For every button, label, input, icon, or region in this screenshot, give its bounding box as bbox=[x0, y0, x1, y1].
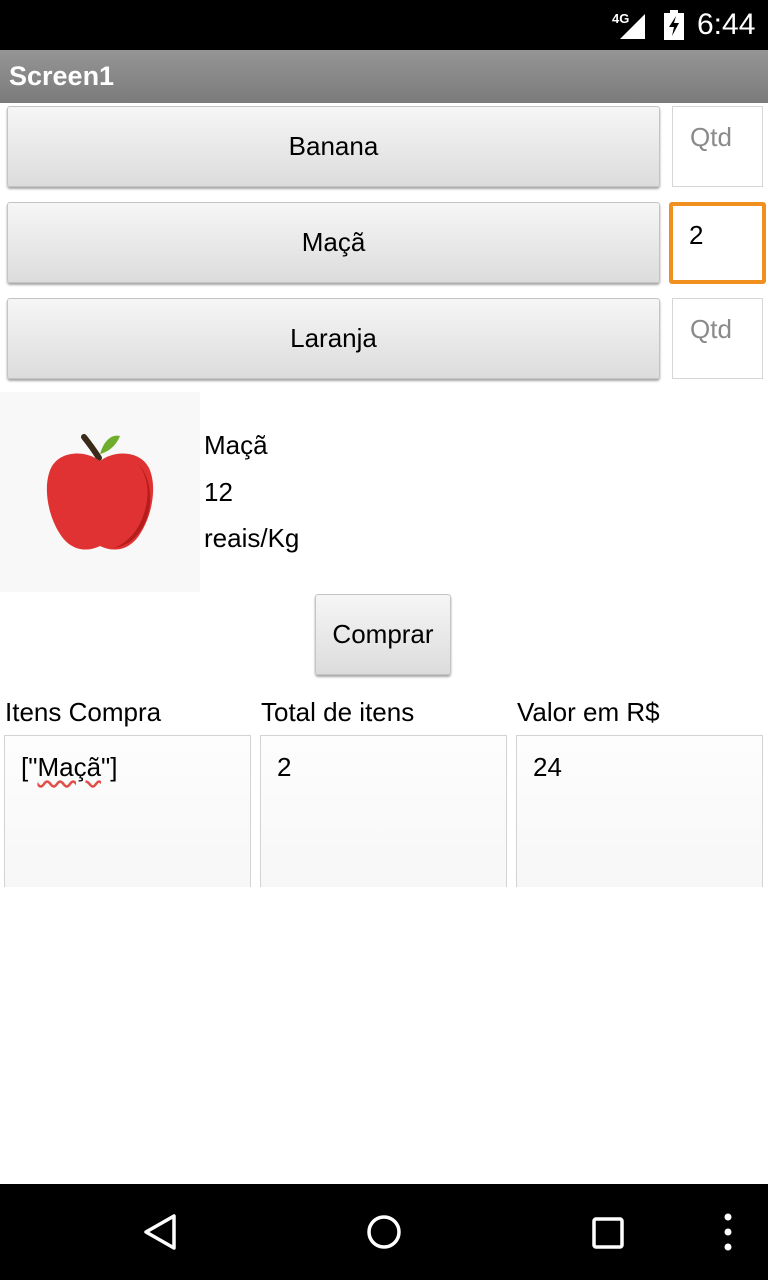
items-value-word: Maçã bbox=[37, 752, 102, 782]
back-icon[interactable] bbox=[142, 1214, 178, 1250]
fruit-price: 12 bbox=[204, 477, 233, 507]
recents-icon[interactable] bbox=[591, 1216, 625, 1250]
clock: 6:44 bbox=[697, 8, 756, 41]
navigation-bar bbox=[0, 1184, 768, 1280]
amount-textbox[interactable]: 24 bbox=[516, 735, 763, 887]
items-value-prefix: [" bbox=[21, 752, 38, 782]
banana-button[interactable]: Banana bbox=[7, 106, 660, 187]
items-header: Itens Compra bbox=[5, 697, 162, 727]
items-textbox[interactable]: ["Maçã"] bbox=[4, 735, 251, 887]
fruit-image bbox=[0, 392, 200, 592]
home-icon[interactable] bbox=[366, 1214, 402, 1250]
battery-charging-icon bbox=[664, 10, 684, 40]
status-bar: 4G 6:44 bbox=[0, 0, 768, 50]
total-items-textbox[interactable]: 2 bbox=[260, 735, 507, 887]
signal-icon bbox=[620, 14, 645, 39]
items-value-suffix: "] bbox=[101, 752, 118, 782]
app-title: Screen1 bbox=[9, 61, 115, 91]
amount-header: Valor em R$ bbox=[517, 697, 660, 727]
maca-qty-input[interactable]: 2 bbox=[669, 202, 766, 284]
fruit-name: Maçã bbox=[204, 430, 268, 460]
apple-icon bbox=[46, 434, 154, 550]
laranja-qty-input[interactable]: Qtd bbox=[672, 298, 763, 379]
banana-qty-input[interactable]: Qtd bbox=[672, 106, 763, 187]
fruit-unit: reais/Kg bbox=[204, 523, 300, 553]
laranja-button[interactable]: Laranja bbox=[7, 298, 660, 379]
total-items-header: Total de itens bbox=[261, 697, 415, 727]
menu-icon[interactable] bbox=[718, 1212, 738, 1252]
app-title-bar: Screen1 bbox=[0, 50, 768, 103]
maca-button[interactable]: Maçã bbox=[7, 202, 660, 283]
buy-button[interactable]: Comprar bbox=[315, 594, 451, 675]
